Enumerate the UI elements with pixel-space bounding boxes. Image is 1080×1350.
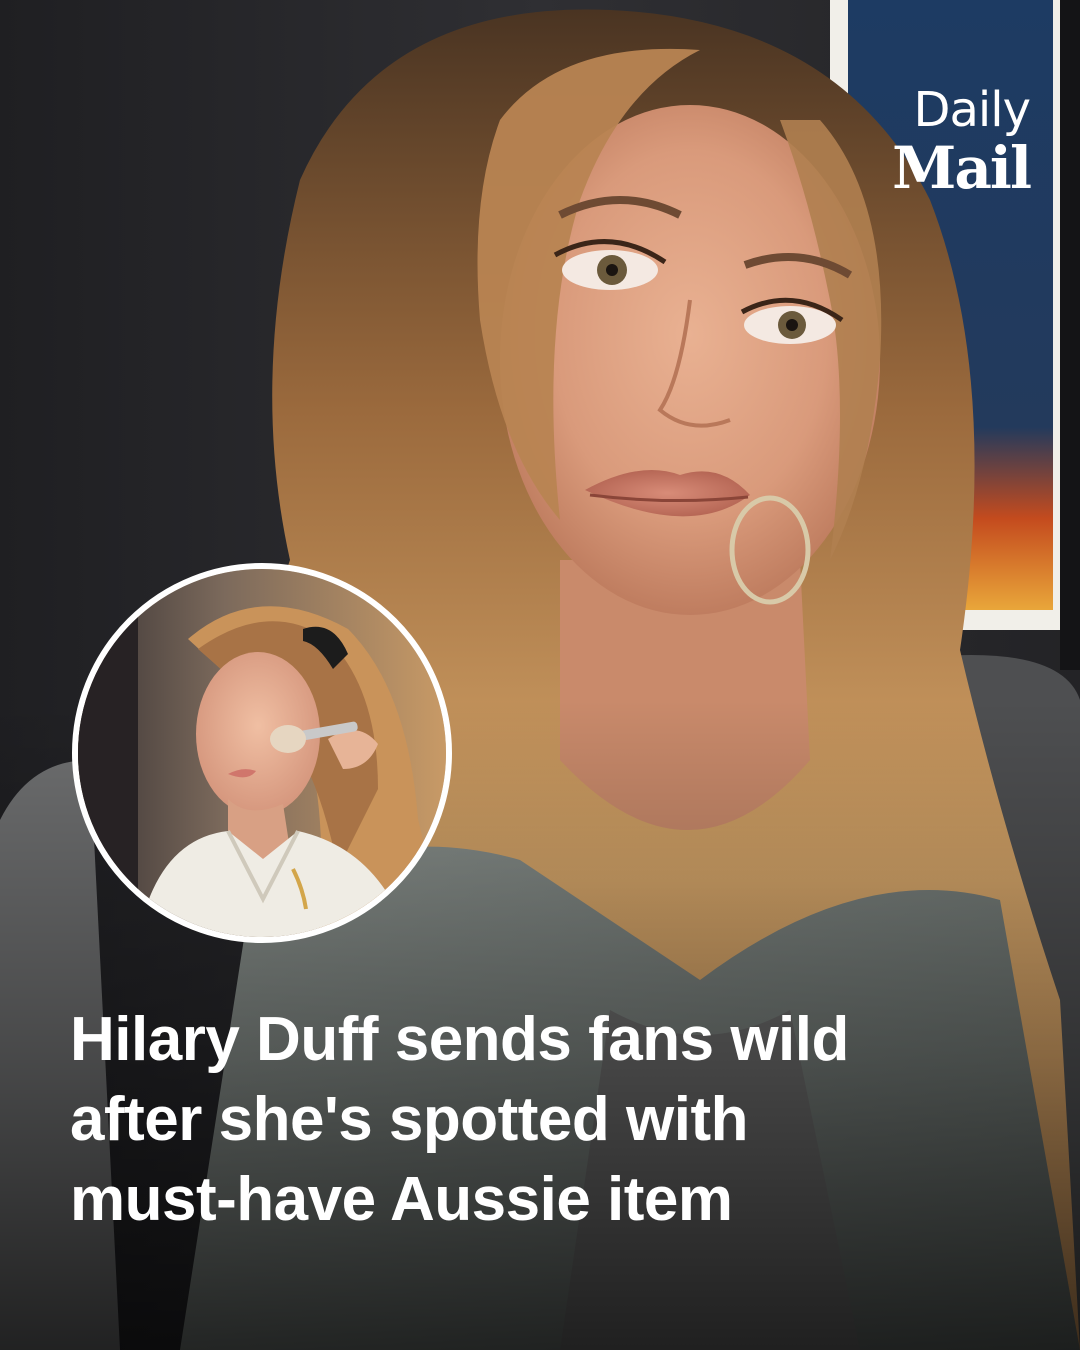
logo-daily-text: Daily: [913, 82, 1031, 138]
inset-photo: [72, 563, 452, 943]
daily-mail-logo: Daily Mail: [810, 82, 1032, 202]
inset-photo-image: [78, 569, 446, 937]
headline: Hilary Duff sends fans wild after she's …: [70, 1000, 1030, 1240]
post-card: Daily Mail Hilary Duff sends fans wild a…: [0, 0, 1080, 1350]
logo-mail-text: Mail: [892, 134, 1032, 202]
headline-line-2: after she's spotted with: [70, 1085, 748, 1154]
headline-line-3: must-have Aussie item: [70, 1165, 733, 1234]
headline-line-1: Hilary Duff sends fans wild: [70, 1005, 849, 1074]
